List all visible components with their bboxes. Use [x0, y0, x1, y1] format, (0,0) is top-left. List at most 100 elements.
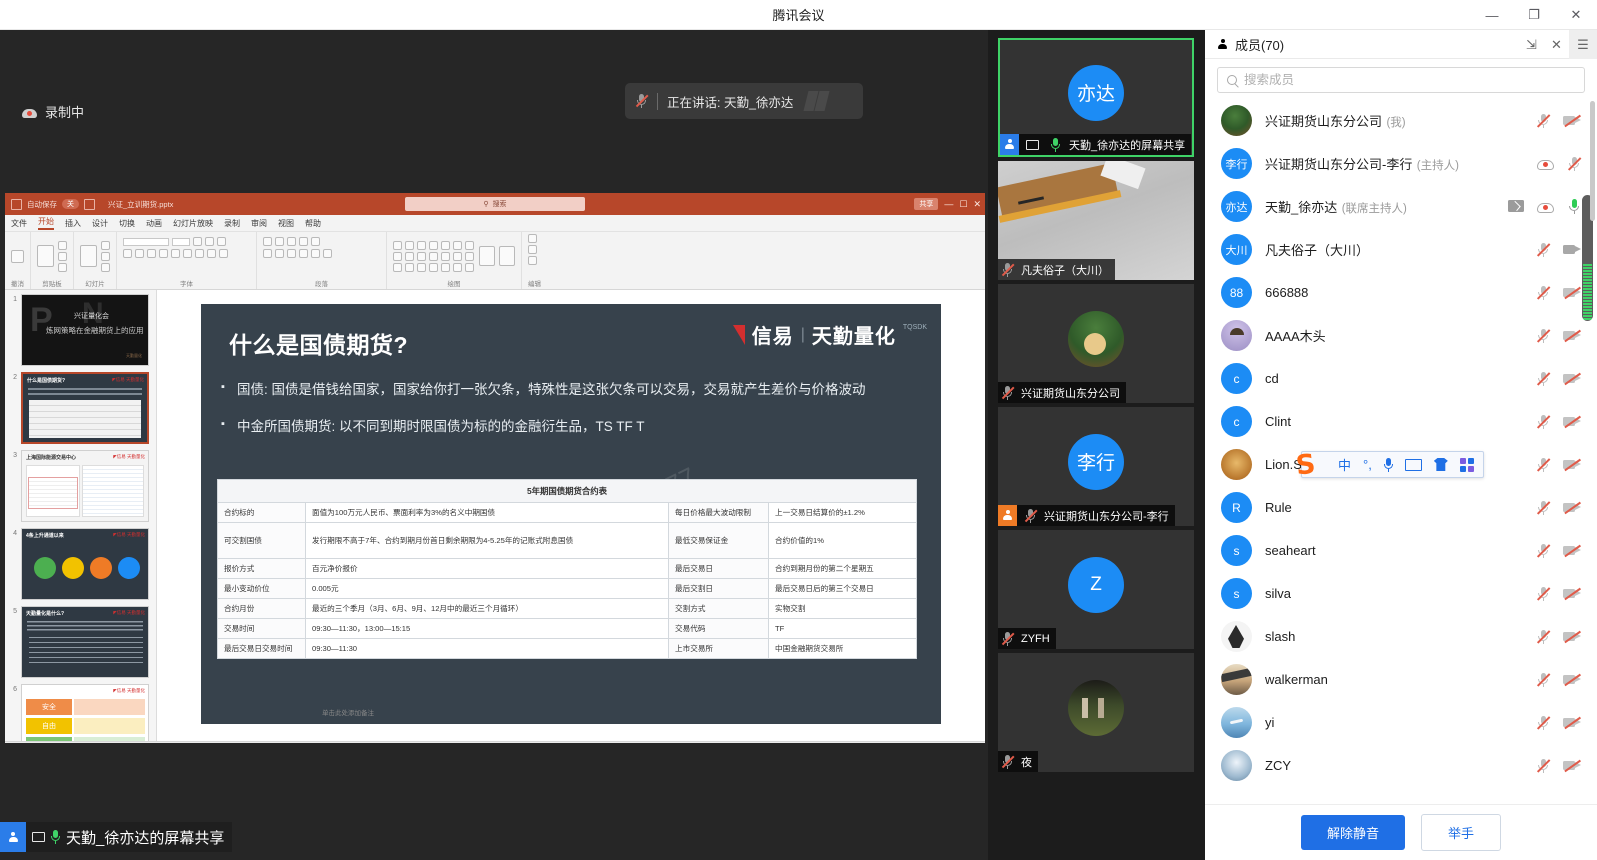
- hamburger-icon[interactable]: ☰: [1569, 30, 1597, 59]
- mic-off-icon[interactable]: [1536, 328, 1551, 344]
- camera-off-icon[interactable]: [1563, 114, 1581, 127]
- slide-editor[interactable]: 什么是国债期货? 信易 | 天勤量化 TQSDK 国债: 国债是借钱给国家，国家…: [157, 290, 985, 741]
- list-item[interactable]: R Rule: [1205, 486, 1597, 529]
- autosave-toggle[interactable]: 关: [62, 199, 79, 209]
- participants-list[interactable]: 兴证期货山东分公司 (我) 李行 兴证期货山东分公司-李行 (主持人) 亦达 天…: [1205, 99, 1597, 804]
- camera-off-icon[interactable]: [1563, 329, 1581, 342]
- slide-thumbnail[interactable]: 4 4条上升通道以来 ◤信易 天勤量化: [9, 528, 156, 600]
- slide-thumbnail[interactable]: 6 ◤信易 天勤量化 安全 自由 简单: [9, 684, 156, 741]
- justify-button[interactable]: [299, 249, 308, 258]
- increase-font-button[interactable]: [193, 237, 202, 246]
- ime-keyboard-icon[interactable]: [1404, 458, 1422, 471]
- align-right-button[interactable]: [287, 249, 296, 258]
- maximize-button[interactable]: ❐: [1513, 0, 1555, 30]
- slide-thumbnail[interactable]: 5 天勤量化是什么? ◤信易 天勤量化: [9, 606, 156, 678]
- char-spacing-button[interactable]: [183, 249, 192, 258]
- paste-button[interactable]: [37, 245, 54, 267]
- ppt-tab-animations[interactable]: 动画: [146, 218, 162, 229]
- mic-off-icon[interactable]: [1536, 242, 1551, 258]
- list-item[interactable]: 兴证期货山东分公司 (我): [1205, 99, 1597, 142]
- arrange-button[interactable]: [479, 246, 495, 266]
- camera-off-icon[interactable]: [1563, 673, 1581, 686]
- list-item[interactable]: s seaheart: [1205, 529, 1597, 572]
- search-box[interactable]: [1217, 67, 1585, 93]
- notes-placeholder[interactable]: 单击此处添加备注: [322, 707, 374, 717]
- close-button[interactable]: ✕: [1555, 0, 1597, 30]
- ime-chinese-mode-button[interactable]: 中: [1338, 455, 1351, 474]
- video-tile[interactable]: Z ZYFH: [998, 530, 1194, 649]
- camera-off-icon[interactable]: [1563, 286, 1581, 299]
- camera-off-icon[interactable]: [1563, 630, 1581, 643]
- mic-off-icon[interactable]: [1536, 586, 1551, 602]
- unmute-button[interactable]: 解除静音: [1300, 815, 1405, 850]
- layout-button[interactable]: [101, 240, 110, 250]
- list-item[interactable]: AAAA木头: [1205, 314, 1597, 357]
- camera-off-icon[interactable]: [1563, 716, 1581, 729]
- select-button[interactable]: [528, 256, 537, 265]
- mic-off-icon[interactable]: [1536, 672, 1551, 688]
- mic-on-icon[interactable]: [1567, 198, 1581, 215]
- decrease-indent-button[interactable]: [287, 237, 296, 246]
- ppt-tab-insert[interactable]: 插入: [65, 218, 81, 229]
- list-item[interactable]: ZCY: [1205, 744, 1597, 787]
- font-style-row[interactable]: [123, 249, 228, 258]
- mic-off-icon[interactable]: [1536, 457, 1551, 473]
- mic-off-icon[interactable]: [1536, 543, 1551, 559]
- ppt-share-button[interactable]: 共享: [914, 198, 939, 210]
- video-tile[interactable]: 夜: [998, 653, 1194, 772]
- camera-off-icon[interactable]: [1563, 759, 1581, 772]
- ppt-tab-home[interactable]: 开始: [38, 216, 54, 230]
- list-item[interactable]: c cd: [1205, 357, 1597, 400]
- list-item[interactable]: 88 666888: [1205, 271, 1597, 314]
- ppt-tab-help[interactable]: 帮助: [305, 218, 321, 229]
- ppt-close-button[interactable]: ✕: [973, 199, 981, 210]
- text-direction-button[interactable]: [323, 249, 332, 258]
- clear-format-button[interactable]: [217, 237, 226, 246]
- columns-button[interactable]: [311, 249, 320, 258]
- save-icon[interactable]: [11, 198, 22, 210]
- camera-off-icon[interactable]: [1563, 501, 1581, 514]
- section-button[interactable]: [101, 262, 110, 272]
- quick-access-toolbar[interactable]: 自动保存 关: [11, 198, 95, 210]
- ime-apps-icon[interactable]: [1459, 457, 1474, 472]
- camera-on-icon[interactable]: [1563, 243, 1581, 256]
- ppt-tab-record[interactable]: 录制: [224, 218, 240, 229]
- list-item[interactable]: c Clint: [1205, 400, 1597, 443]
- video-tile[interactable]: 凡夫俗子（大川）: [998, 161, 1194, 280]
- participants-scrollbar[interactable]: [1590, 99, 1595, 804]
- replace-button[interactable]: [528, 245, 537, 254]
- video-thumbnail-strip[interactable]: 亦达 天勤_徐亦达的屏幕共享 凡夫俗子（大川） 兴证期货山东分公司 李行 兴证期…: [988, 30, 1205, 860]
- ppt-search-box[interactable]: ⚲ 搜索: [405, 197, 585, 211]
- ime-voice-input-icon[interactable]: [1383, 457, 1393, 472]
- align-center-button[interactable]: [275, 249, 284, 258]
- camera-off-icon[interactable]: [1563, 458, 1581, 471]
- italic-button[interactable]: [135, 249, 144, 258]
- format-painter-button[interactable]: [58, 262, 67, 272]
- mic-off-icon[interactable]: [1536, 715, 1551, 731]
- align-left-button[interactable]: [263, 249, 272, 258]
- change-case-button[interactable]: [195, 249, 204, 258]
- slide-thumbnail[interactable]: 3 上海国际能源交易中心 ◤信易 天勤量化: [9, 450, 156, 522]
- video-tile[interactable]: 兴证期货山东分公司: [998, 284, 1194, 403]
- font-name-combo[interactable]: [123, 237, 169, 246]
- ppt-restore-button[interactable]: ☐: [959, 199, 967, 210]
- ppt-tab-file[interactable]: 文件: [11, 218, 27, 229]
- raise-hand-button[interactable]: 举手: [1421, 814, 1502, 851]
- mic-off-icon[interactable]: [1536, 414, 1551, 430]
- close-icon[interactable]: ✕: [1544, 30, 1569, 59]
- shadow-button[interactable]: [171, 249, 180, 258]
- slide-thumbnail[interactable]: 2 什么是国债期货? ◤信易 天勤量化: [9, 372, 156, 444]
- slide-thumbnail[interactable]: 1 P N 兴证量化会 炼网策略在金融期货上的应用 天勤量化: [9, 294, 156, 366]
- mic-off-icon[interactable]: [1536, 371, 1551, 387]
- camera-off-icon[interactable]: [1563, 544, 1581, 557]
- highlight-button[interactable]: [207, 249, 216, 258]
- mic-off-icon[interactable]: [1536, 758, 1551, 774]
- mic-off-icon[interactable]: [1536, 285, 1551, 301]
- ppt-tab-transitions[interactable]: 切换: [119, 218, 135, 229]
- list-item[interactable]: 大川 凡夫俗子（大川）: [1205, 228, 1597, 271]
- camera-off-icon[interactable]: [1563, 587, 1581, 600]
- camera-off-icon[interactable]: [1563, 372, 1581, 385]
- new-slide-button[interactable]: [80, 245, 97, 267]
- list-item[interactable]: slash: [1205, 615, 1597, 658]
- increase-indent-button[interactable]: [299, 237, 308, 246]
